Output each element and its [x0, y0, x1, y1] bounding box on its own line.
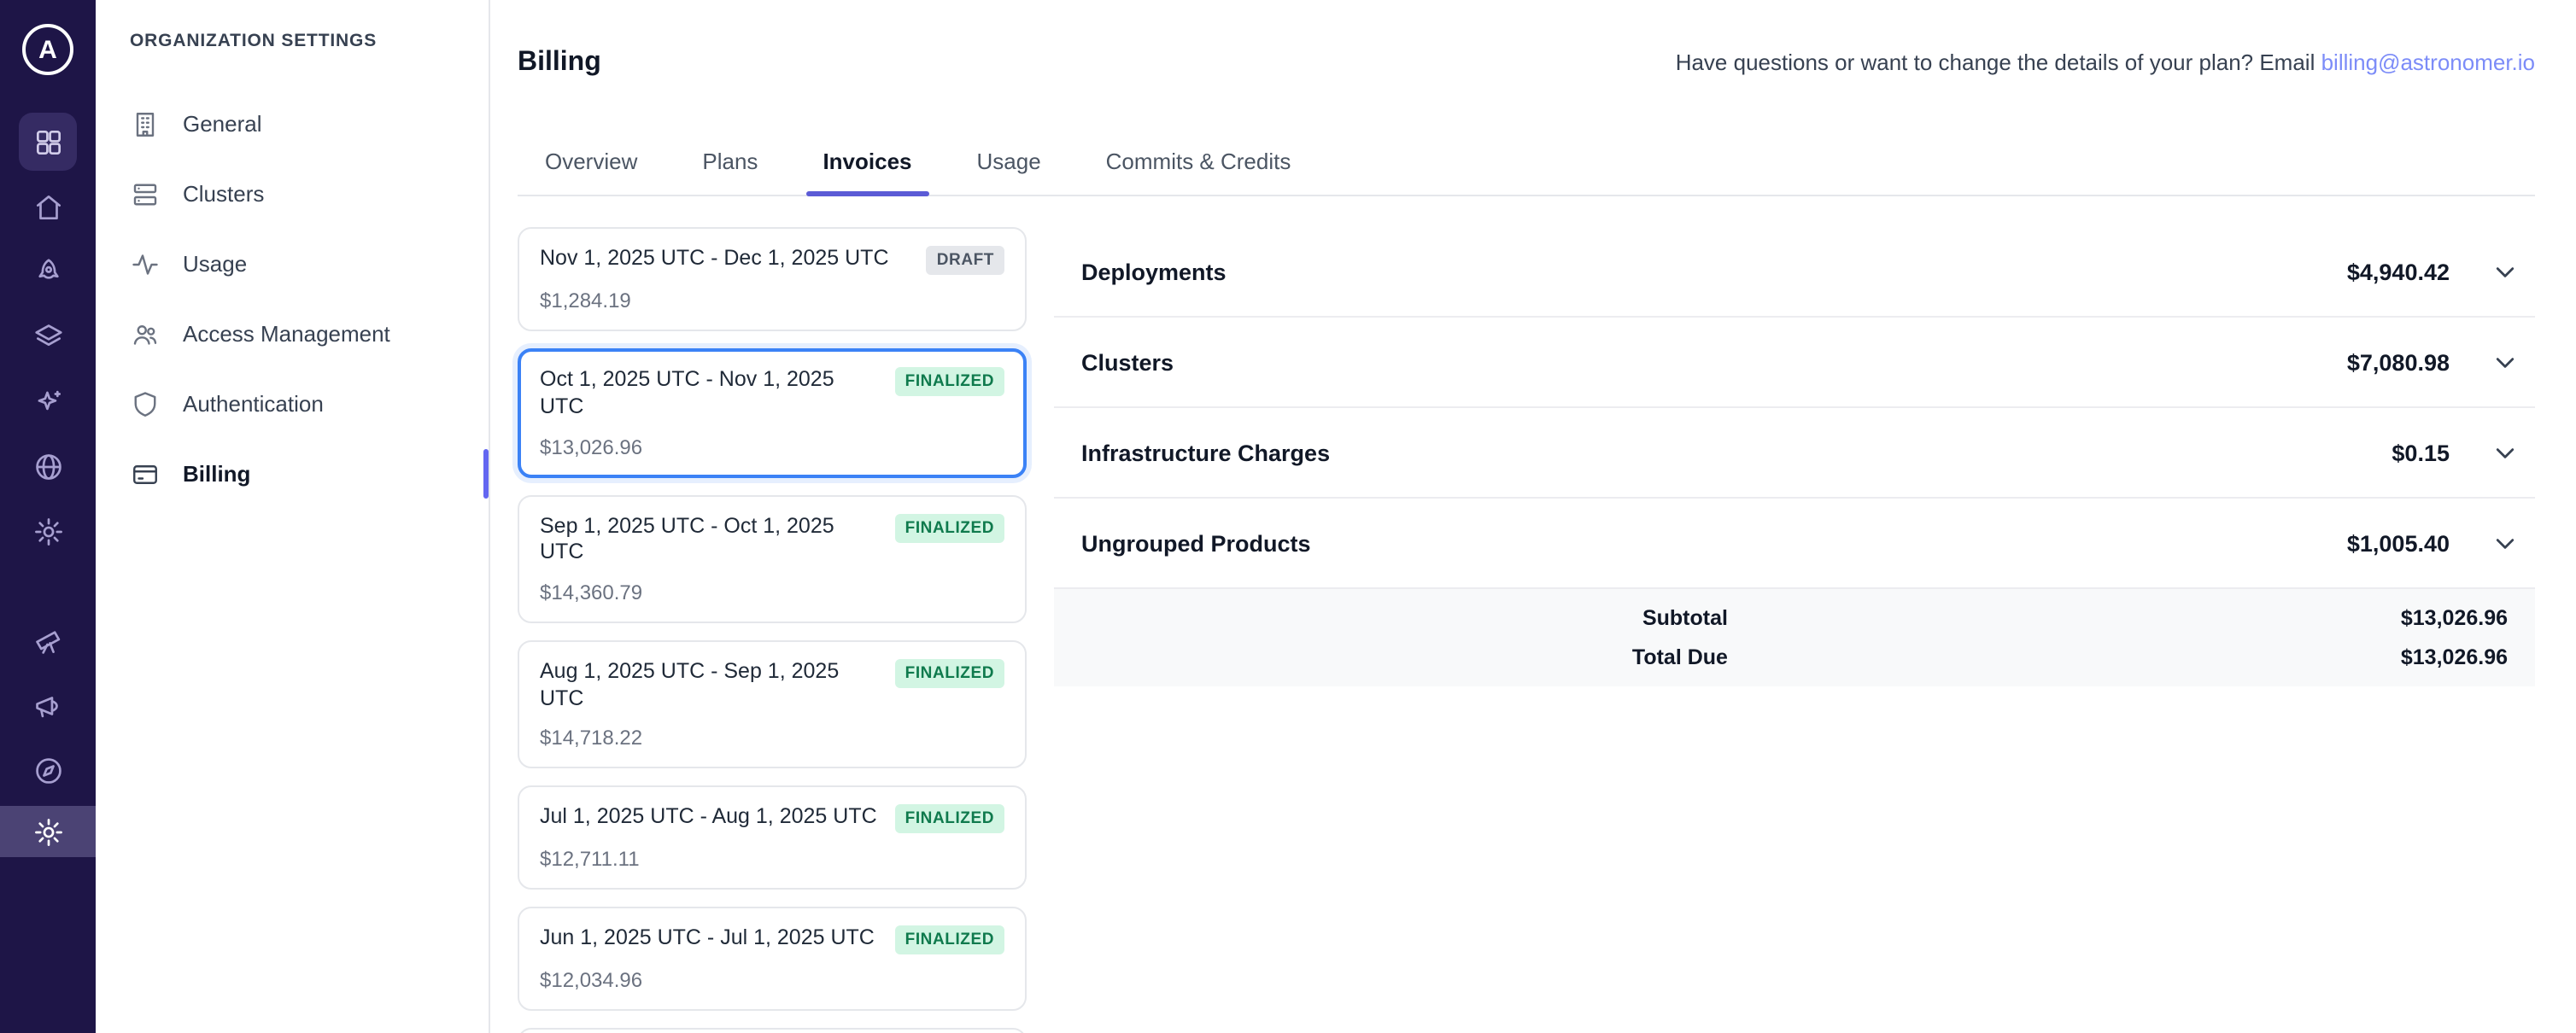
summary-row-label: Deployments — [1081, 260, 1227, 285]
invoice-status-badge: FINALIZED — [895, 659, 1004, 688]
page-title: Billing — [518, 47, 601, 78]
home-icon[interactable] — [19, 178, 77, 236]
sidebar-item-label: Billing — [183, 461, 250, 487]
gear-icon[interactable] — [19, 502, 77, 560]
invoice-amount: $12,711.11 — [540, 847, 1004, 871]
subtotal-value: $13,026.96 — [1728, 606, 2535, 630]
building-icon — [130, 108, 161, 139]
invoice-date-range: Jul 1, 2025 UTC - Aug 1, 2025 UTC — [540, 804, 877, 831]
invoice-status-badge: DRAFT — [927, 247, 1004, 276]
tab-usage[interactable]: Usage — [974, 136, 1045, 196]
megaphone-icon[interactable] — [19, 676, 77, 734]
sidebar-item-label: Usage — [183, 251, 247, 277]
sidebar-title: ORGANIZATION SETTINGS — [130, 31, 489, 51]
invoice-totals: Subtotal $13,026.96 Total Due $13,026.96 — [1054, 590, 2535, 687]
invoice-status-badge: FINALIZED — [895, 925, 1004, 954]
summary-row-deployments[interactable]: Deployments $4,940.42 — [1054, 228, 2535, 318]
activity-icon — [130, 248, 161, 279]
compass-icon[interactable] — [19, 741, 77, 799]
chevron-down-icon[interactable] — [2484, 523, 2525, 564]
sidebar-item-label: Access Management — [183, 321, 390, 347]
sidebar-item-billing[interactable]: Billing — [130, 439, 489, 509]
settings-sidebar: ORGANIZATION SETTINGS General Clusters U… — [96, 0, 490, 1033]
telescope-icon[interactable] — [19, 611, 77, 669]
sidebar-item-label: Authentication — [183, 391, 324, 417]
sparkles-icon[interactable] — [19, 372, 77, 430]
tab-overview[interactable]: Overview — [542, 136, 641, 196]
invoice-card[interactable]: Aug 1, 2025 UTC - Sep 1, 2025 UTC FINALI… — [518, 640, 1027, 769]
settings-gear-icon[interactable] — [0, 806, 96, 857]
invoice-date-range: Jun 1, 2025 UTC - Jul 1, 2025 UTC — [540, 925, 875, 952]
tab-invoices[interactable]: Invoices — [819, 136, 915, 196]
invoice-amount: $1,284.19 — [540, 289, 1004, 313]
users-icon — [130, 318, 161, 349]
invoice-date-range: Sep 1, 2025 UTC - Oct 1, 2025 UTC — [540, 513, 881, 567]
invoice-card-selected[interactable]: Oct 1, 2025 UTC - Nov 1, 2025 UTC FINALI… — [518, 349, 1027, 478]
sidebar-item-label: Clusters — [183, 181, 264, 207]
chevron-down-icon[interactable] — [2484, 252, 2525, 293]
summary-row-label: Clusters — [1081, 350, 1174, 376]
total-due-row: Total Due $13,026.96 — [1054, 638, 2535, 677]
summary-row-amount: $1,005.40 — [2347, 531, 2450, 557]
tab-commits-credits[interactable]: Commits & Credits — [1103, 136, 1295, 196]
summary-row-label: Infrastructure Charges — [1081, 441, 1330, 466]
astronomer-logo[interactable]: A — [22, 24, 73, 75]
invoice-summary: Deployments $4,940.42 Clusters $7,080.98… — [1054, 228, 2535, 687]
invoice-status-badge: FINALIZED — [895, 804, 1004, 833]
summary-row-infrastructure-charges[interactable]: Infrastructure Charges $0.15 — [1054, 409, 2535, 499]
invoice-date-range: Aug 1, 2025 UTC - Sep 1, 2025 UTC — [540, 659, 881, 713]
summary-row-amount: $0.15 — [2392, 441, 2450, 466]
app-window: A — [0, 0, 2576, 1033]
chevron-down-icon[interactable] — [2484, 342, 2525, 383]
sidebar-item-authentication[interactable]: Authentication — [130, 369, 489, 439]
sidebar-item-label: General — [183, 111, 262, 137]
sidebar-item-access-management[interactable]: Access Management — [130, 299, 489, 369]
sidebar-item-clusters[interactable]: Clusters — [130, 159, 489, 229]
invoice-amount: $13,026.96 — [540, 435, 1004, 458]
invoice-card[interactable]: Nov 1, 2025 UTC - Dec 1, 2025 UTC DRAFT … — [518, 228, 1027, 332]
billing-email-link[interactable]: billing@astronomer.io — [2321, 50, 2535, 75]
stack-icon — [130, 178, 161, 209]
main-content: Billing Have questions or want to change… — [490, 0, 2576, 1033]
summary-row-ungrouped-products[interactable]: Ungrouped Products $1,005.40 — [1054, 499, 2535, 590]
chevron-down-icon[interactable] — [2484, 433, 2525, 474]
summary-row-amount: $4,940.42 — [2347, 260, 2450, 285]
sidebar-item-usage[interactable]: Usage — [130, 229, 489, 299]
invoice-card[interactable]: Jul 1, 2025 UTC - Aug 1, 2025 UTC FINALI… — [518, 785, 1027, 890]
invoice-card[interactable]: Sep 1, 2025 UTC - Oct 1, 2025 UTC FINALI… — [518, 494, 1027, 623]
invoice-list: Nov 1, 2025 UTC - Dec 1, 2025 UTC DRAFT … — [518, 228, 1027, 1033]
invoice-status-badge: FINALIZED — [895, 368, 1004, 397]
total-due-value: $13,026.96 — [1728, 645, 2535, 669]
billing-help-text: Have questions or want to change the det… — [1676, 50, 2535, 75]
invoice-date-range: Oct 1, 2025 UTC - Nov 1, 2025 UTC — [540, 368, 881, 422]
summary-row-amount: $7,080.98 — [2347, 350, 2450, 376]
invoice-amount: $14,718.22 — [540, 726, 1004, 750]
summary-row-label: Ungrouped Products — [1081, 531, 1311, 557]
tab-plans[interactable]: Plans — [699, 136, 761, 196]
rocket-icon[interactable] — [19, 242, 77, 301]
invoice-status-badge: FINALIZED — [895, 513, 1004, 542]
invoice-date-range: Nov 1, 2025 UTC - Dec 1, 2025 UTC — [540, 247, 889, 273]
invoice-amount: $12,034.96 — [540, 968, 1004, 992]
sidebar-item-general[interactable]: General — [130, 89, 489, 159]
subtotal-label: Subtotal — [1054, 606, 1728, 630]
invoice-card[interactable]: Jun 1, 2025 UTC - Jul 1, 2025 UTC FINALI… — [518, 907, 1027, 1011]
subtotal-row: Subtotal $13,026.96 — [1054, 598, 2535, 638]
icon-rail: A — [0, 0, 96, 1033]
shield-icon — [130, 388, 161, 419]
invoice-card[interactable]: May 1, 2025 UTC - Jun 1, 2025 UTC FINALI… — [518, 1028, 1027, 1033]
globe-icon[interactable] — [19, 437, 77, 495]
total-due-label: Total Due — [1054, 645, 1728, 669]
summary-row-clusters[interactable]: Clusters $7,080.98 — [1054, 318, 2535, 409]
grid-icon[interactable] — [19, 113, 77, 171]
invoice-amount: $14,360.79 — [540, 581, 1004, 604]
billing-tabs: Overview Plans Invoices Usage Commits & … — [518, 136, 2535, 197]
help-text-prefix: Have questions or want to change the det… — [1676, 50, 2321, 75]
layers-icon[interactable] — [19, 307, 77, 365]
credit-card-icon — [130, 458, 161, 489]
